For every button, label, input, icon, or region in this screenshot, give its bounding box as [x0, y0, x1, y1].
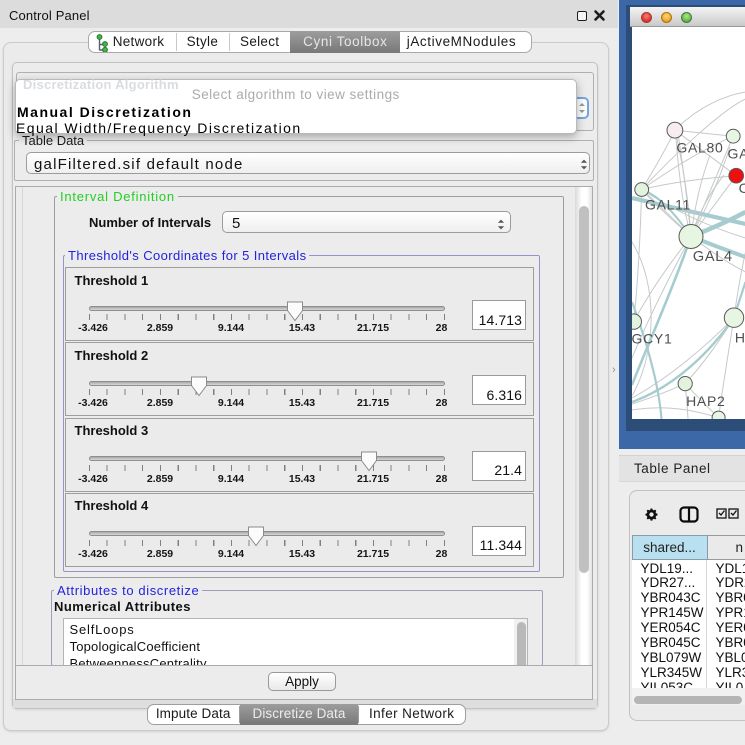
svg-text:HAP2: HAP2 — [686, 393, 725, 409]
svg-text:GAL4: GAL4 — [692, 249, 732, 265]
svg-text:GCY1: GCY1 — [632, 331, 672, 347]
svg-text:GA: GA — [727, 146, 745, 162]
svg-text:H: H — [734, 329, 745, 345]
svg-text:GAL11: GAL11 — [645, 197, 691, 213]
svg-text:C: C — [738, 180, 745, 196]
svg-text:GAL80: GAL80 — [676, 140, 723, 156]
